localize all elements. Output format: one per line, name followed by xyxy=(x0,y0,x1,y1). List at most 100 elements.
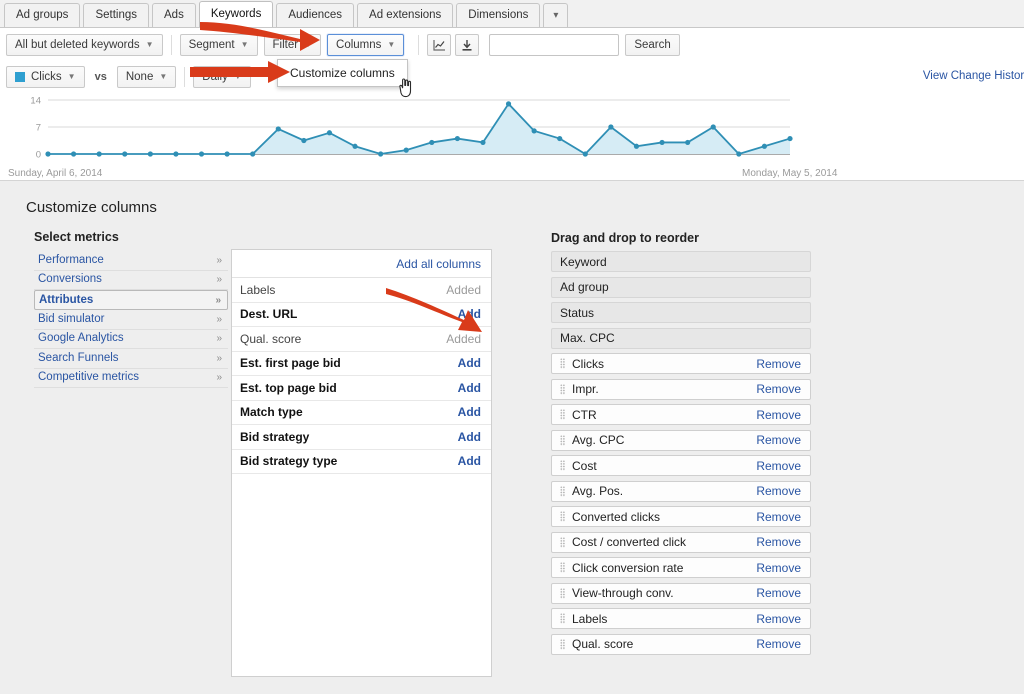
compare-metric-dropdown[interactable]: None ▼ xyxy=(116,66,177,88)
chart-data-point[interactable] xyxy=(429,139,435,146)
tab-ad-extensions[interactable]: Ad extensions xyxy=(357,3,454,27)
metric-add-link[interactable]: Add xyxy=(458,430,481,444)
download-icon-button[interactable] xyxy=(455,34,480,56)
tab-dimensions[interactable]: Dimensions xyxy=(456,3,541,27)
draggable-column-row[interactable]: Converted clicks Remove xyxy=(551,506,811,527)
columns-button[interactable]: Columns ▼ xyxy=(327,34,405,56)
category-google-analytics[interactable]: Google Analytics » xyxy=(34,330,228,349)
chart-data-point[interactable] xyxy=(633,143,640,149)
draggable-column-row[interactable]: Labels Remove xyxy=(551,608,811,629)
draggable-column-row[interactable]: Qual. score Remove xyxy=(551,633,811,655)
segment-dropdown[interactable]: Segment ▼ xyxy=(179,34,258,56)
draggable-column-row[interactable]: View-through conv. Remove xyxy=(551,582,811,604)
remove-column-link[interactable]: Remove xyxy=(756,535,801,549)
metric-add-link[interactable]: Add xyxy=(458,307,481,321)
chart-data-point[interactable] xyxy=(70,151,77,157)
chart-data-point[interactable] xyxy=(326,130,333,136)
drag-handle-icon[interactable] xyxy=(560,383,565,395)
remove-column-link[interactable]: Remove xyxy=(756,382,801,396)
chart-data-point[interactable] xyxy=(608,124,614,130)
drag-handle-icon[interactable] xyxy=(560,434,565,446)
drag-handle-icon[interactable] xyxy=(560,409,565,420)
drag-handle-icon[interactable] xyxy=(560,638,565,650)
chart-data-point[interactable] xyxy=(710,124,716,130)
category-bid-simulator[interactable]: Bid simulator » xyxy=(34,310,228,330)
chart-data-point[interactable] xyxy=(736,151,742,157)
draggable-column-row[interactable]: Cost / converted click Remove xyxy=(551,531,811,553)
chart-data-point[interactable] xyxy=(557,135,563,142)
chart-data-point[interactable] xyxy=(659,139,665,146)
chart-data-point[interactable] xyxy=(352,143,358,149)
chart-data-point[interactable] xyxy=(224,151,230,157)
remove-column-link[interactable]: Remove xyxy=(756,586,801,600)
filter-dropdown[interactable]: Filter ▼ xyxy=(263,34,322,56)
remove-column-link[interactable]: Remove xyxy=(756,433,801,447)
chart-data-point[interactable] xyxy=(582,151,588,157)
search-input[interactable] xyxy=(490,35,619,55)
search-button[interactable]: Search xyxy=(625,34,680,56)
drag-handle-icon[interactable] xyxy=(560,485,565,497)
chart-data-point[interactable] xyxy=(301,137,307,144)
chart-data-point[interactable] xyxy=(96,151,102,157)
drag-handle-icon[interactable] xyxy=(560,536,565,548)
chart-data-point[interactable] xyxy=(403,147,409,153)
chart-data-point[interactable] xyxy=(685,139,691,146)
chart-data-point[interactable] xyxy=(275,126,281,132)
tab-ad-groups[interactable]: Ad groups xyxy=(4,3,81,27)
metric-add-link[interactable]: Add xyxy=(458,381,481,395)
chart-data-point[interactable] xyxy=(122,151,128,157)
tab-audiences[interactable]: Audiences xyxy=(276,3,355,27)
chart-data-point[interactable] xyxy=(505,101,512,107)
category-attributes[interactable]: Attributes » xyxy=(34,290,228,310)
drag-handle-icon[interactable] xyxy=(560,511,565,522)
draggable-column-row[interactable]: Cost Remove xyxy=(551,455,811,476)
drag-handle-icon[interactable] xyxy=(560,460,565,471)
category-competitive-metrics[interactable]: Competitive metrics » xyxy=(34,369,228,388)
chart-data-point[interactable] xyxy=(173,151,179,157)
add-all-columns-link[interactable]: Add all columns xyxy=(396,257,481,271)
drag-handle-icon[interactable] xyxy=(560,587,565,599)
chart-data-point[interactable] xyxy=(454,135,460,142)
chart-data-point[interactable] xyxy=(147,151,153,157)
chart-data-point[interactable] xyxy=(45,151,51,157)
remove-column-link[interactable]: Remove xyxy=(756,561,801,575)
remove-column-link[interactable]: Remove xyxy=(756,637,801,651)
draggable-column-row[interactable]: CTR Remove xyxy=(551,404,811,425)
view-change-history-link[interactable]: View Change History xyxy=(923,70,1024,82)
draggable-column-row[interactable]: Click conversion rate Remove xyxy=(551,557,811,578)
customize-columns-menu-item[interactable]: Customize columns xyxy=(278,60,407,86)
remove-column-link[interactable]: Remove xyxy=(756,612,801,626)
tab-keywords[interactable]: Keywords xyxy=(198,1,274,27)
metric-add-link[interactable]: Add xyxy=(458,454,481,468)
remove-column-link[interactable]: Remove xyxy=(756,459,801,473)
remove-column-link[interactable]: Remove xyxy=(756,357,801,371)
metric-add-link[interactable]: Add xyxy=(458,405,481,419)
drag-handle-icon[interactable] xyxy=(560,562,565,573)
category-search-funnels[interactable]: Search Funnels » xyxy=(34,349,228,369)
chart-data-point[interactable] xyxy=(198,151,205,157)
metric-add-link[interactable]: Add xyxy=(458,356,481,370)
remove-column-link[interactable]: Remove xyxy=(756,408,801,422)
more-tabs-button[interactable]: ▾ xyxy=(543,3,569,27)
tab-ads[interactable]: Ads xyxy=(152,3,196,27)
drag-handle-icon[interactable] xyxy=(560,613,565,624)
chart-data-point[interactable] xyxy=(531,128,537,134)
chart-data-point[interactable] xyxy=(761,143,768,149)
remove-column-link[interactable]: Remove xyxy=(756,510,801,524)
chart-data-point[interactable] xyxy=(787,135,793,142)
chart-data-point[interactable] xyxy=(378,151,384,157)
chart-data-point[interactable] xyxy=(250,151,256,157)
chart-data-point[interactable] xyxy=(480,139,486,146)
draggable-column-row[interactable]: Impr. Remove xyxy=(551,378,811,400)
drag-handle-icon[interactable] xyxy=(560,358,565,369)
remove-column-link[interactable]: Remove xyxy=(756,484,801,498)
keyword-filter-dropdown[interactable]: All but deleted keywords ▼ xyxy=(6,34,163,56)
tab-settings[interactable]: Settings xyxy=(83,3,149,27)
draggable-column-row[interactable]: Clicks Remove xyxy=(551,353,811,374)
granularity-dropdown[interactable]: Daily ▼ xyxy=(193,66,251,88)
draggable-column-row[interactable]: Avg. Pos. Remove xyxy=(551,480,811,502)
line-chart-icon-button[interactable] xyxy=(427,34,452,56)
metric-selector-dropdown[interactable]: Clicks ▼ xyxy=(6,66,85,88)
draggable-column-row[interactable]: Avg. CPC Remove xyxy=(551,429,811,451)
search-input-wrapper[interactable] xyxy=(489,34,620,56)
